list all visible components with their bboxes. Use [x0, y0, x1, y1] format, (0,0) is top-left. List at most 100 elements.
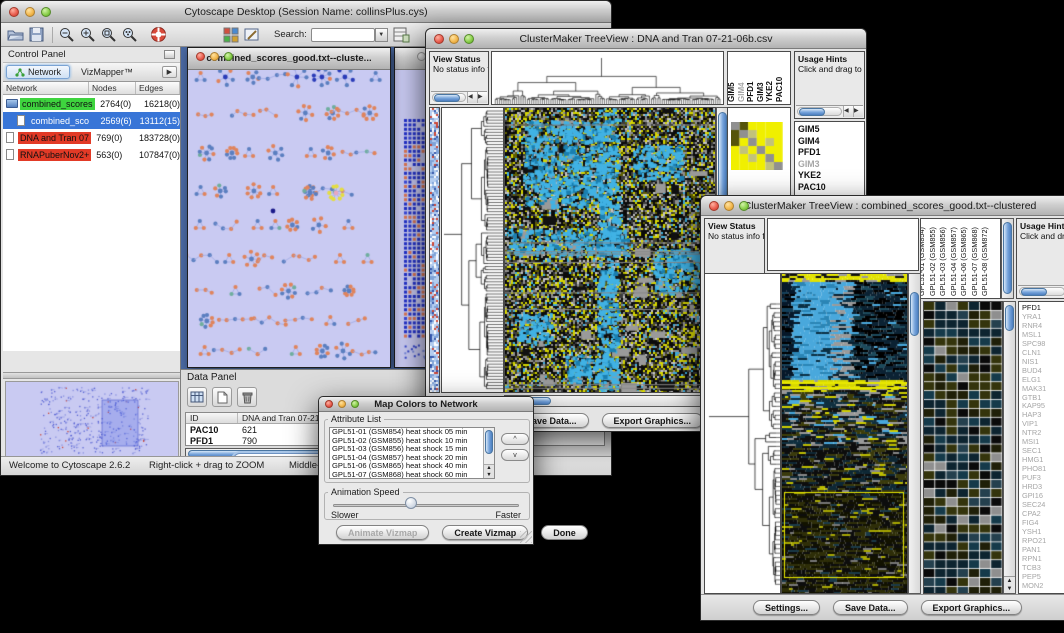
scrollbar-thumb[interactable]: [485, 430, 493, 454]
scroll-arrows[interactable]: ▲▼: [1004, 576, 1015, 593]
close-icon[interactable]: [434, 34, 444, 44]
network-row[interactable]: RNAPuberNov2+ 563(0) 107847(0): [3, 146, 180, 163]
move-up-button[interactable]: ^: [501, 433, 529, 445]
zoom-heatmap-pane[interactable]: [923, 301, 1003, 594]
row-dendrogram-pane[interactable]: [704, 273, 781, 594]
select-attributes-icon[interactable]: [187, 387, 207, 407]
open-folder-icon[interactable]: [6, 26, 24, 44]
main-title-bar[interactable]: Cytoscape Desktop (Session Name: collins…: [1, 1, 611, 23]
dialog-button[interactable]: Create Vizmap: [442, 525, 528, 540]
title-bar[interactable]: ClusterMaker TreeView : combined_scores_…: [701, 196, 1064, 216]
zoom-fit-icon[interactable]: [120, 26, 138, 44]
treeview-button[interactable]: Export Graphics...: [602, 413, 704, 428]
list-vscrollbar[interactable]: ▲▼: [483, 428, 494, 478]
toolbar-separator: [52, 27, 53, 43]
heatmap-hscrollbar[interactable]: [504, 395, 716, 407]
zoom-in-icon[interactable]: [78, 26, 96, 44]
network-row[interactable]: DNA and Tran 07 769(0) 183728(0): [3, 129, 180, 146]
scroll-right-icon[interactable]: ▶: [853, 106, 863, 117]
global-overview-strip[interactable]: [429, 107, 440, 393]
treeview-buttons: Settings... Save Data... Export Graphics..…: [753, 600, 1022, 615]
zoom-vscrollbar[interactable]: ▲▼: [1003, 301, 1016, 594]
close-icon[interactable]: [196, 52, 205, 61]
network-icon: [15, 68, 25, 77]
zoom-window-icon[interactable]: [351, 400, 359, 408]
scrollbar-thumb[interactable]: [1003, 222, 1012, 294]
slider-thumb[interactable]: [405, 497, 417, 509]
attribute-list-label: Attribute List: [328, 414, 384, 424]
network-view-window[interactable]: combined_scores_good.txt--cluste...: [187, 47, 391, 368]
zoom-window-icon[interactable]: [224, 52, 233, 61]
column-dendrogram-pane[interactable]: [767, 218, 919, 271]
dialog-button[interactable]: Done: [541, 525, 588, 540]
scrollbar-thumb[interactable]: [434, 94, 460, 102]
column-label: PAC10: [775, 77, 784, 102]
panel-splitter[interactable]: [3, 372, 180, 379]
row-dendrogram-pane[interactable]: [441, 107, 504, 393]
heatmap-vscrollbar[interactable]: [908, 273, 921, 594]
new-attribute-icon[interactable]: [212, 387, 232, 407]
network-row[interactable]: combined_scores 2764(0) 16218(0): [3, 95, 180, 112]
scrollbar-thumb[interactable]: [910, 292, 919, 336]
network-view-canvas[interactable]: [188, 65, 388, 367]
title-bar[interactable]: Map Colors to Network: [319, 397, 533, 412]
attribute-list-item[interactable]: GPL51-07 (GSM868) heat shock 60 min: [330, 471, 494, 479]
scroll-right-icon[interactable]: ▶: [477, 92, 487, 103]
title-bar[interactable]: ClusterMaker TreeView : DNA and Tran 07-…: [426, 29, 866, 49]
minimize-icon[interactable]: [25, 7, 35, 17]
scrollbar-thumb[interactable]: [1005, 305, 1014, 331]
resize-grip[interactable]: [520, 531, 532, 543]
labels-vscrollbar[interactable]: [1001, 218, 1014, 299]
zoom-out-icon[interactable]: [57, 26, 75, 44]
minimize-icon[interactable]: [338, 400, 346, 408]
scroll-left-icon[interactable]: ◀: [467, 92, 477, 103]
column-labels: GPL51-01 (GSM854)GPL51-02 (GSM855)GPL51-…: [920, 218, 1001, 299]
hscrollbar[interactable]: ◀: [1018, 285, 1064, 297]
treeview-button[interactable]: Settings...: [753, 600, 820, 615]
attribute-browser-icon[interactable]: [393, 26, 411, 44]
minimize-icon[interactable]: [724, 201, 734, 211]
column-dendrogram-pane[interactable]: [491, 51, 724, 105]
close-icon[interactable]: [325, 400, 333, 408]
usage-hints-panel: Usage Hints Click and drag to ◀: [1016, 218, 1064, 299]
minimize-icon[interactable]: [449, 34, 459, 44]
scroll-left-icon[interactable]: ◀: [843, 106, 853, 117]
delete-attribute-icon[interactable]: [237, 387, 257, 407]
treeview-button[interactable]: Export Graphics...: [921, 600, 1023, 615]
zoom-window-icon[interactable]: [464, 34, 474, 44]
treeview-combined-window: ClusterMaker TreeView : combined_scores_…: [700, 195, 1064, 621]
chevron-down-icon[interactable]: ▼: [375, 28, 388, 42]
attribute-list[interactable]: GPL51-01 (GSM854) heat shock 05 minGPL51…: [329, 427, 495, 479]
tab-overflow-button[interactable]: ▶: [162, 66, 177, 78]
zoom-window-icon[interactable]: [739, 201, 749, 211]
minimize-icon[interactable]: [210, 52, 219, 61]
scrollbar-thumb[interactable]: [799, 108, 825, 116]
column-label: GIM4: [737, 82, 746, 102]
edit-network-icon[interactable]: [243, 26, 261, 44]
network-overview[interactable]: [5, 381, 179, 457]
move-down-button[interactable]: v: [501, 449, 529, 461]
heatmap-main[interactable]: [504, 107, 716, 393]
tab-network[interactable]: Network: [6, 65, 70, 79]
zoom-window-icon[interactable]: [41, 7, 51, 17]
control-panel-tabs: Network VizMapper™ ▶: [3, 63, 180, 82]
network-file-icon: [6, 99, 18, 108]
scroll-arrows[interactable]: ▲▼: [484, 464, 494, 478]
dialog-button[interactable]: Animate Vizmap: [336, 525, 429, 540]
treeview-button[interactable]: Save Data...: [833, 600, 908, 615]
heatmap-main[interactable]: [781, 273, 908, 594]
zoom-selected-icon[interactable]: [99, 26, 117, 44]
network-row[interactable]: combined_sco 2569(6) 13112(15): [3, 112, 180, 129]
vizmap-grid-icon[interactable]: [222, 26, 240, 44]
save-icon[interactable]: [27, 26, 45, 44]
scrollbar-thumb[interactable]: [1021, 288, 1047, 296]
help-lifering-icon[interactable]: [149, 26, 167, 44]
hscrollbar[interactable]: ◀ ▶: [431, 91, 487, 103]
tab-vizmapper[interactable]: VizMapper™: [73, 66, 141, 78]
animation-speed-slider[interactable]: [333, 504, 519, 507]
hscrollbar[interactable]: ◀ ▶: [796, 105, 863, 117]
float-panel-icon[interactable]: [164, 50, 175, 59]
close-icon[interactable]: [709, 201, 719, 211]
search-input[interactable]: ▼: [311, 28, 375, 42]
close-icon[interactable]: [9, 7, 19, 17]
